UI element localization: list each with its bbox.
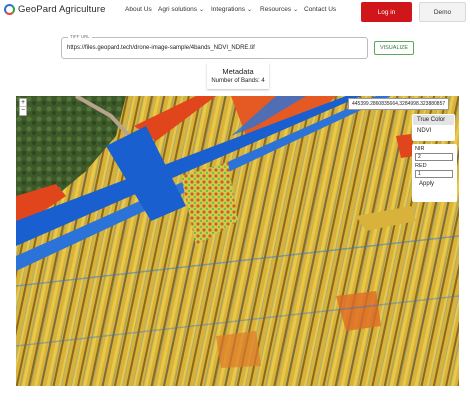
nir-label: NIR <box>415 146 425 152</box>
demo-button[interactable]: Demo <box>419 2 466 22</box>
band-selector-panel: NIR 2 RED 1 Apply <box>412 144 457 202</box>
chevron-down-icon: ⌄ <box>246 7 252 13</box>
brand-logo[interactable]: GeoPard Agriculture <box>4 4 105 15</box>
red-label: RED <box>415 163 427 169</box>
nav-agri-solutions-label: Agri solutions <box>158 6 198 13</box>
nir-band-input[interactable]: 2 <box>415 153 453 161</box>
zoom-out-button[interactable]: − <box>20 107 26 115</box>
zoom-control: + − <box>19 98 27 116</box>
map-viewer[interactable]: + − 445399.2860835664,3284998.323880857 … <box>16 96 459 386</box>
nav-contact-us-label: Contact Us <box>304 6 337 13</box>
nav-about-us-label: About Us <box>125 6 152 13</box>
geopard-logo-icon <box>4 4 15 15</box>
nav-integrations[interactable]: Integrations ⌄ <box>211 6 252 13</box>
tiff-url-input[interactable]: https://files.geopard.tech/drone-image-s… <box>67 45 255 51</box>
brand-name: GeoPard Agriculture <box>18 4 106 15</box>
tiff-url-label: TIFF URL <box>68 34 92 39</box>
apply-button[interactable]: Apply <box>419 181 454 187</box>
tiff-url-field[interactable]: TIFF URL https://files.geopard.tech/dron… <box>61 34 368 59</box>
visualize-button[interactable]: VISUALIZE <box>374 41 414 55</box>
nav-contact-us[interactable]: Contact Us <box>304 6 336 13</box>
nav-resources[interactable]: Resources ⌄ <box>260 6 298 13</box>
nav-integrations-label: Integrations <box>211 6 245 13</box>
coordinate-readout: 445399.2860835664,3284998.323880857 <box>348 98 450 110</box>
metadata-title: Metadata <box>222 67 254 76</box>
metadata-bands-count: Number of Bands: 4 <box>211 78 265 84</box>
layer-true-color-button[interactable]: True Color <box>413 115 454 125</box>
ndvi-raster-image <box>16 96 459 386</box>
top-navbar: GeoPard Agriculture About Us Agri soluti… <box>0 0 474 24</box>
nav-about-us[interactable]: About Us <box>125 6 152 13</box>
login-button[interactable]: Log in <box>361 2 412 22</box>
zoom-in-button[interactable]: + <box>20 99 26 107</box>
layer-ndvi-button[interactable]: NDVI <box>413 126 454 136</box>
red-band-input[interactable]: 1 <box>415 170 453 178</box>
metadata-card: Metadata Number of Bands: 4 <box>207 63 269 89</box>
layer-switcher: True Color NDVI <box>412 114 455 141</box>
nav-resources-label: Resources <box>260 6 292 13</box>
nav-agri-solutions[interactable]: Agri solutions ⌄ <box>158 6 204 13</box>
chevron-down-icon: ⌄ <box>199 7 205 13</box>
chevron-down-icon: ⌄ <box>293 7 299 13</box>
